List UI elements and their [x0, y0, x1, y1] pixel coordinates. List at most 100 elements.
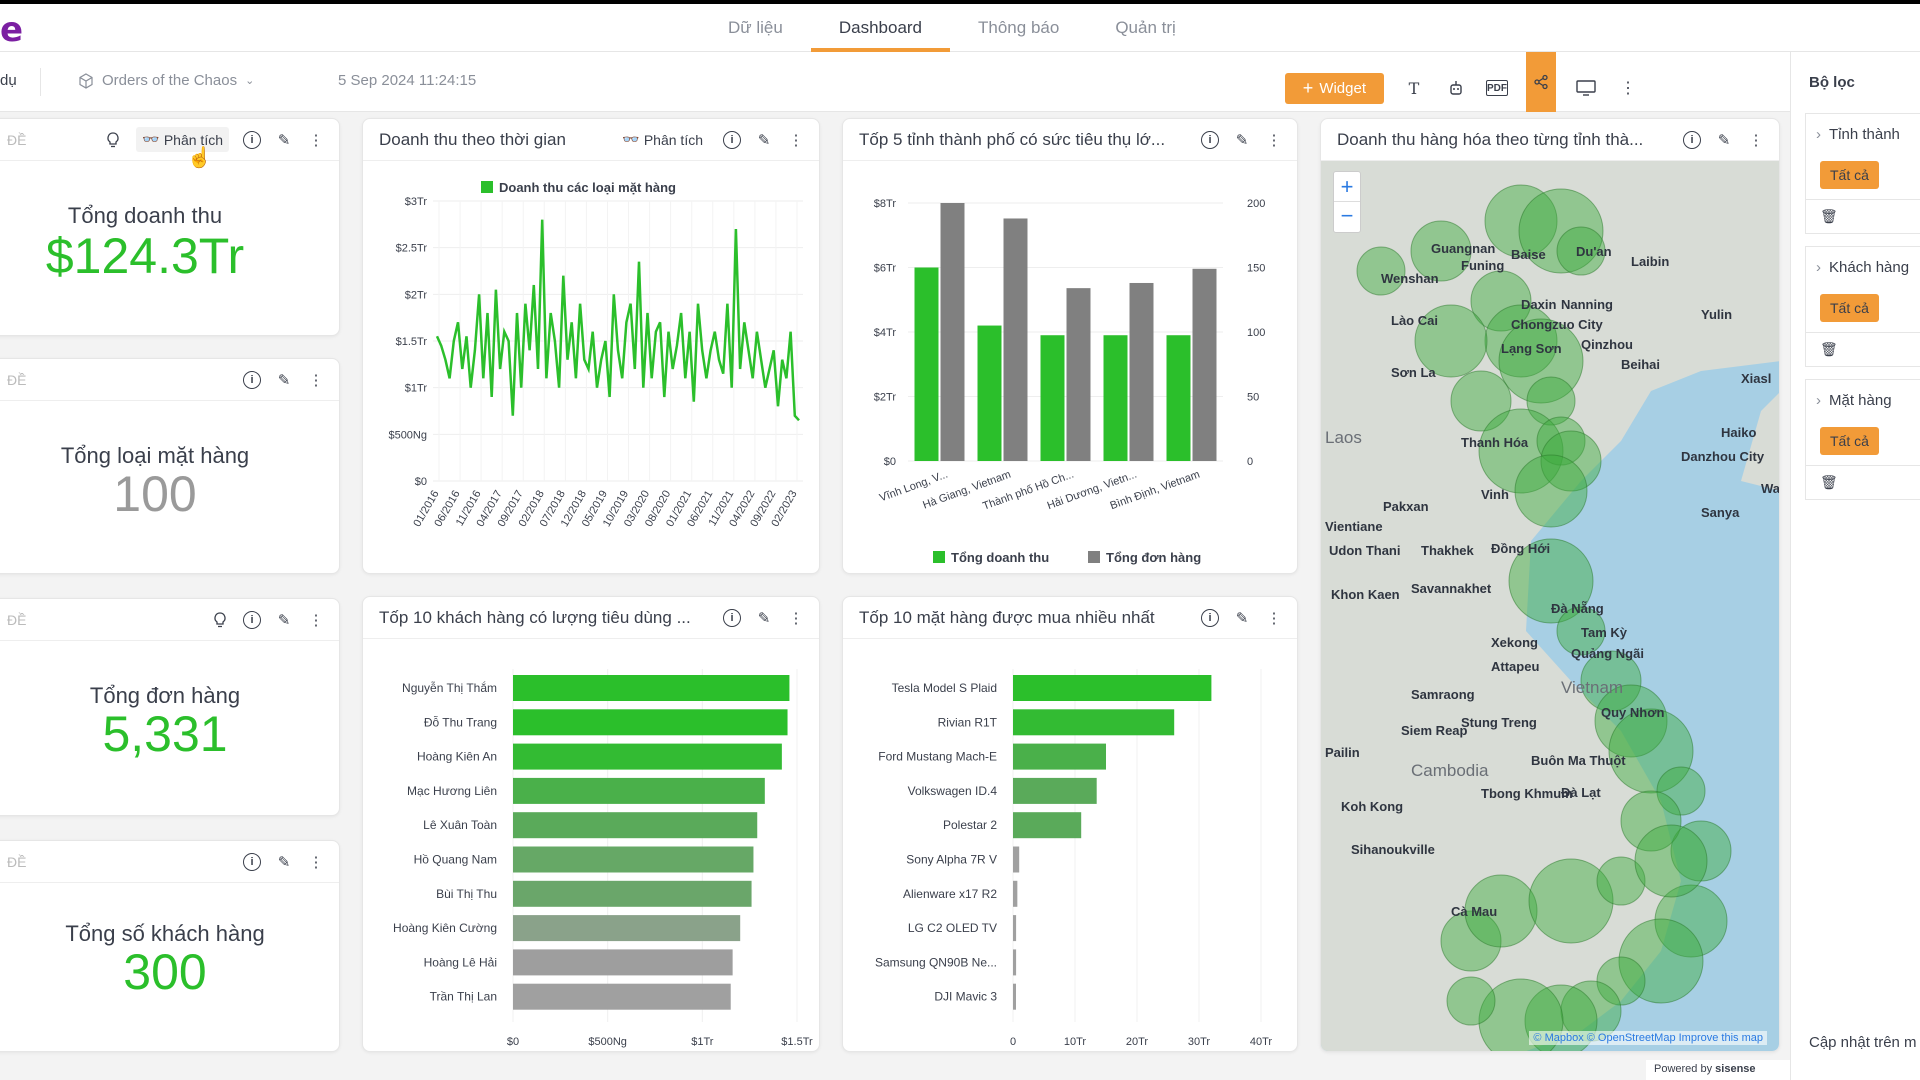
more-options-icon[interactable]: ⋮	[1616, 76, 1640, 100]
robot-icon[interactable]	[1444, 76, 1468, 100]
filter-khach-hang[interactable]: › Khách hàng Tất cả 🗑	[1805, 246, 1920, 367]
y-tick-label: $2Tr	[405, 289, 428, 301]
category-label: Tesla Model S Plaid	[892, 681, 997, 695]
filter-mat-hang[interactable]: › Mặt hàng Tất cả 🗑	[1805, 379, 1920, 500]
category-label: Sony Alpha 7R V	[906, 853, 997, 867]
trash-icon[interactable]: 🗑	[1806, 332, 1920, 366]
info-icon[interactable]: i	[243, 852, 261, 871]
x-tick-label: 40Tr	[1250, 1036, 1273, 1048]
bar	[1013, 777, 1097, 804]
info-icon[interactable]: i	[1201, 130, 1219, 149]
x-tick-label: $1Tr	[691, 1036, 714, 1048]
tab-du-lieu[interactable]: Dữ liệu	[700, 4, 811, 52]
trash-icon[interactable]: 🗑	[1806, 199, 1920, 233]
zoom-in-button[interactable]: +	[1334, 172, 1360, 202]
filter-tinh-thanh[interactable]: › Tỉnh thành Tất cả 🗑	[1805, 113, 1920, 234]
legend-label: Tổng đơn hàng	[1106, 550, 1201, 565]
more-options-icon[interactable]: ⋮	[1747, 131, 1765, 149]
pencil-icon[interactable]: ✎	[1233, 609, 1251, 627]
pdf-export-icon[interactable]: PDF	[1486, 80, 1508, 96]
map-place-label: Đà Nẵng	[1551, 601, 1604, 616]
info-icon[interactable]: i	[723, 608, 741, 627]
lightbulb-icon[interactable]	[104, 131, 122, 149]
more-options-icon[interactable]: ⋮	[307, 371, 325, 389]
map-place-label: Vientiane	[1325, 519, 1383, 534]
pencil-icon[interactable]: ✎	[275, 853, 293, 871]
y-tick-label: $3Tr	[405, 196, 428, 208]
y-left-tick-label: $0	[884, 456, 896, 468]
map-place-label: Buôn Ma Thuột	[1531, 753, 1626, 768]
widget-title: Tốp 10 mặt hàng được mua nhiều nhất	[859, 607, 1155, 627]
filter-header[interactable]: › Mặt hàng	[1806, 380, 1920, 421]
info-icon[interactable]: i	[243, 130, 261, 149]
bar	[513, 675, 790, 701]
share-icon[interactable]	[1526, 52, 1556, 112]
analysis-button[interactable]: 👓 Phân tích	[616, 127, 709, 152]
filter-value-chip[interactable]: Tất cả	[1820, 427, 1879, 455]
more-options-icon[interactable]: ⋮	[1265, 609, 1283, 627]
pencil-icon[interactable]: ✎	[1233, 131, 1251, 149]
info-icon[interactable]: i	[243, 610, 261, 629]
info-icon[interactable]: i	[1201, 608, 1219, 627]
toolbar-divider	[40, 68, 41, 96]
more-options-icon[interactable]: ⋮	[787, 609, 805, 627]
map-attribution[interactable]: © Mapbox © OpenStreetMap Improve this ma…	[1529, 1031, 1767, 1045]
chevron-right-icon: ›	[1816, 126, 1821, 143]
filter-header[interactable]: › Tỉnh thành	[1806, 114, 1920, 155]
widget-title: Doanh thu hàng hóa theo từng tỉnh thà...	[1337, 129, 1644, 149]
dashboard-name: Orders of the Chaos	[102, 72, 238, 89]
map-view[interactable]: Guangnan Baise Du'an Laibin Funing Wenshan Dax…	[1321, 161, 1780, 1052]
horizontal-bar-chart[interactable]: $0 $500Ng $1Tr $1.5Tr Nguyễn Thị Thắm Đỗ Thu …	[363, 639, 820, 1052]
map-place-label: Khon Kaen	[1331, 587, 1400, 602]
more-options-icon[interactable]: ⋮	[307, 131, 325, 149]
pencil-icon[interactable]: ✎	[755, 609, 773, 627]
widget-revenue-over-time: Doanh thu theo thời gian 👓 Phân tích i ✎ …	[362, 118, 820, 574]
info-icon[interactable]: i	[723, 130, 741, 149]
filter-header[interactable]: › Khách hàng	[1806, 247, 1920, 288]
tab-dashboard[interactable]: Dashboard	[810, 4, 951, 52]
pencil-icon[interactable]: ✎	[275, 611, 293, 629]
add-widget-button[interactable]: + Widget	[1284, 72, 1384, 104]
map-place-label: Stung Treng	[1461, 715, 1537, 730]
map-place-label: Nanning	[1561, 297, 1613, 312]
pencil-icon[interactable]: ✎	[275, 131, 293, 149]
text-tool-icon[interactable]: T	[1402, 76, 1426, 100]
tab-thong-bao[interactable]: Thông báo	[950, 4, 1087, 52]
widget-top10-customers: Tốp 10 khách hàng có lượng tiêu dùng ...…	[362, 596, 820, 1052]
bar	[1013, 675, 1212, 701]
category-label: Polestar 2	[943, 818, 997, 832]
map-place-label: Sanya	[1701, 505, 1740, 520]
filter-value-chip[interactable]: Tất cả	[1820, 294, 1879, 322]
bar-chart[interactable]: $0$2Tr$4Tr$6Tr$8Tr050100150200Vĩnh Long,…	[843, 161, 1298, 574]
pencil-icon[interactable]: ✎	[1715, 131, 1733, 149]
widget-title: ĐỀ	[7, 853, 27, 870]
monitor-icon[interactable]	[1574, 76, 1598, 100]
trash-icon[interactable]: 🗑	[1806, 465, 1920, 499]
horizontal-bar-chart[interactable]: 0 10Tr 20Tr 30Tr 40Tr Tesla Model S Plaid Rivi…	[843, 639, 1298, 1052]
bar	[513, 743, 782, 770]
dashboard-selector[interactable]: Orders of the Chaos ⌄	[78, 72, 254, 89]
pencil-icon[interactable]: ✎	[755, 131, 773, 149]
info-icon[interactable]: i	[243, 370, 261, 389]
dashboard-toolbar: dụ Orders of the Chaos ⌄ 5 Sep 2024 11:2…	[0, 52, 1790, 112]
analysis-button[interactable]: 👓 Phân tích	[136, 127, 229, 152]
bar-revenue	[977, 325, 1002, 461]
more-options-icon[interactable]: ⋮	[787, 131, 805, 149]
bar	[513, 915, 741, 942]
info-icon[interactable]: i	[1683, 130, 1701, 149]
more-options-icon[interactable]: ⋮	[307, 853, 325, 871]
top-bar: e Dữ liệu Dashboard Thông báo Quản trị	[0, 0, 1920, 52]
bar	[513, 880, 752, 907]
category-label: Mạc Hương Liên	[407, 784, 497, 798]
map-place-label: Đà Lạt	[1561, 785, 1601, 800]
more-options-icon[interactable]: ⋮	[1265, 131, 1283, 149]
pencil-icon[interactable]: ✎	[275, 371, 293, 389]
map-zoom-controls: + −	[1333, 171, 1361, 233]
tab-quan-tri[interactable]: Quản trị	[1087, 4, 1203, 52]
line-chart[interactable]: Doanh thu các loại mặt hàng $0 $500Ng $1Tr $…	[363, 161, 820, 574]
filter-value-chip[interactable]: Tất cả	[1820, 161, 1879, 189]
more-options-icon[interactable]: ⋮	[307, 611, 325, 629]
zoom-out-button[interactable]: −	[1334, 202, 1360, 232]
app-logo[interactable]: e	[0, 10, 23, 50]
lightbulb-icon[interactable]	[211, 611, 229, 629]
